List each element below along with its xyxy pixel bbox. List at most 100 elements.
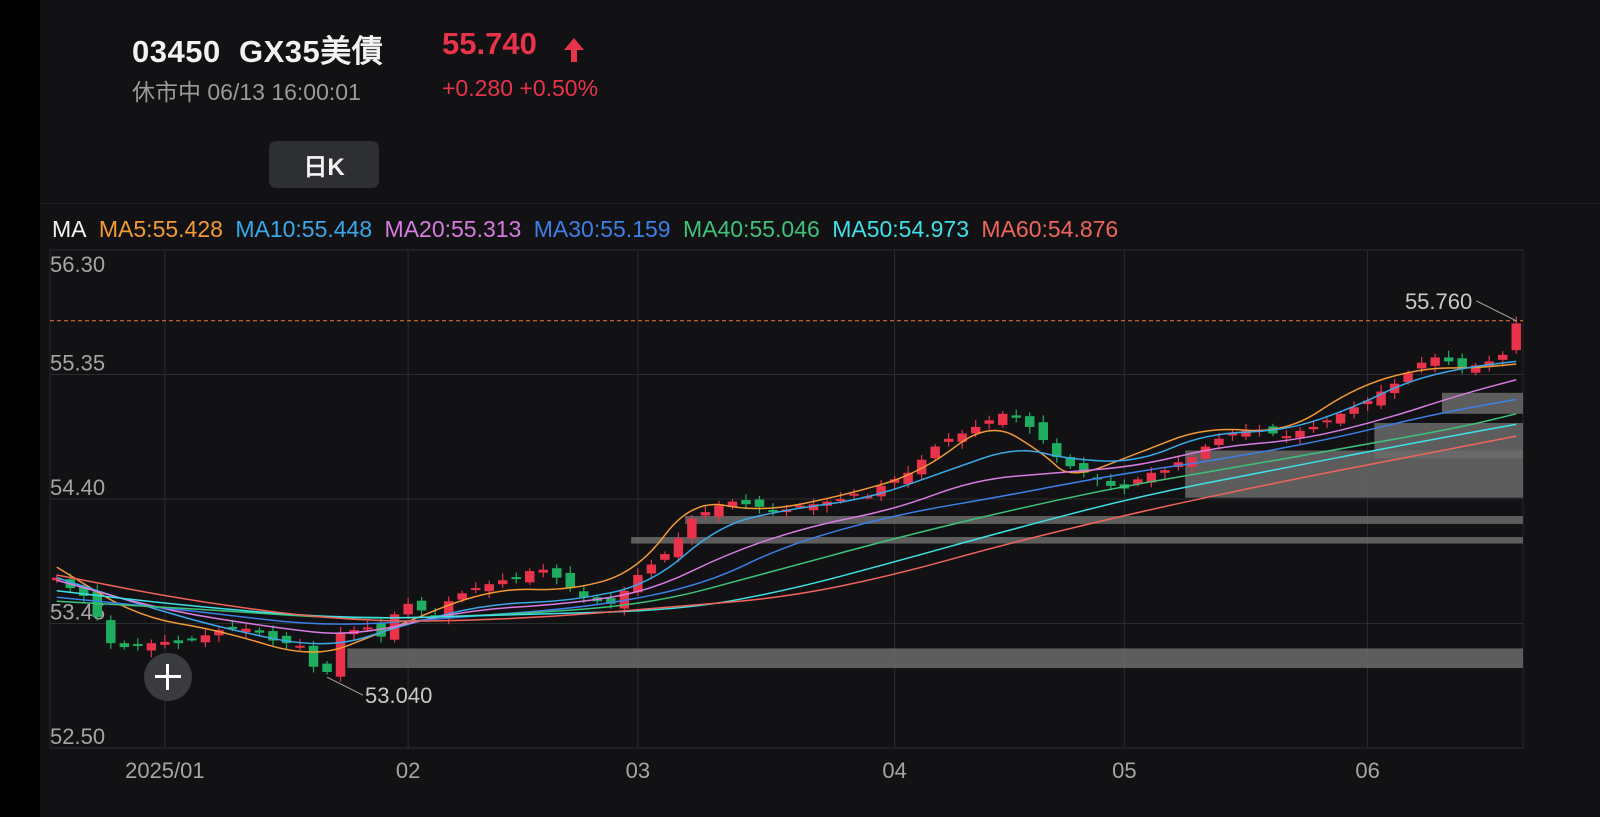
candle-body	[1011, 415, 1021, 418]
high-leader-line	[1476, 300, 1517, 322]
ma10-legend: MA10:55.448	[235, 216, 373, 242]
candle-body	[538, 569, 548, 573]
candle-body	[308, 645, 319, 667]
candle-body	[957, 433, 967, 442]
candle-body	[484, 584, 494, 592]
candle-body	[416, 600, 427, 611]
candle-body	[849, 493, 859, 496]
low-price-label: 53.040	[365, 683, 432, 708]
y-tick-label: 56.30	[50, 252, 105, 277]
ma-legend[interactable]: MA MA5:55.428 MA10:55.448 MA20:55.313 MA…	[52, 216, 1124, 243]
price-change: +0.280 +0.50%	[442, 75, 598, 102]
y-tick-label: 54.40	[50, 475, 105, 500]
candle-body	[1457, 358, 1467, 368]
candle-body	[200, 635, 211, 643]
candle-body	[511, 577, 521, 580]
candle-body	[1416, 362, 1427, 369]
x-tick-label: 2025/01	[125, 758, 205, 783]
add-button[interactable]	[144, 653, 192, 701]
instrument-title: 03450 GX35美債	[132, 26, 383, 71]
candle-body	[1443, 357, 1454, 362]
candle-body	[335, 632, 346, 677]
candle-body	[943, 438, 954, 442]
low-leader-line	[326, 676, 364, 696]
status-datetime: 06/13 16:00:01	[207, 79, 361, 105]
candle-body	[1106, 480, 1116, 486]
candle-body	[403, 603, 413, 615]
candle-body	[1511, 323, 1521, 351]
instrument-name: GX35美債	[238, 34, 384, 69]
candle-body	[565, 572, 576, 589]
ma20-legend: MA20:55.313	[384, 216, 522, 242]
high-price-label: 55.760	[1405, 289, 1472, 314]
candle-body	[646, 564, 657, 574]
ma-legend-label: MA	[52, 216, 87, 242]
app: 03450 GX35美債 55.740 休市中 06/13 16:00:01 +…	[40, 0, 1600, 817]
candle-body	[362, 627, 373, 630]
candle-body	[687, 518, 697, 539]
candle-body	[673, 538, 684, 558]
candle-body	[173, 640, 184, 644]
candle-body	[525, 571, 535, 583]
change-value: +0.280	[442, 75, 513, 101]
x-tick-label: 05	[1112, 758, 1136, 783]
x-tick-label: 02	[396, 758, 420, 783]
candle-body	[741, 500, 751, 505]
candle-body	[187, 638, 197, 641]
change-percent: +0.50%	[519, 75, 599, 101]
candle-body	[1308, 426, 1319, 430]
candle-body	[1038, 422, 1048, 441]
candle-body	[133, 643, 143, 646]
candle-body	[254, 630, 265, 633]
ma50-legend: MA50:54.973	[832, 216, 970, 242]
candle-body	[497, 580, 508, 585]
candle-body	[1200, 446, 1211, 459]
candle-body	[1281, 436, 1292, 439]
market-status: 休市中 06/13 16:00:01	[132, 73, 361, 107]
instrument-code: 03450	[132, 34, 221, 69]
candle-body	[295, 645, 305, 648]
candlestick-chart[interactable]: 56.3055.3554.4053.4552.502025/01 02 03 04 05…	[40, 246, 1600, 817]
candle-body	[160, 641, 170, 645]
x-tick-label: 06	[1355, 758, 1379, 783]
period-daily-button[interactable]: 日K	[269, 141, 379, 188]
status-text: 休市中	[132, 79, 201, 105]
candle-body	[930, 446, 940, 459]
ma5-legend: MA5:55.428	[98, 216, 223, 242]
volume-profile-bar	[347, 648, 1524, 669]
arrow-up-icon	[564, 38, 584, 62]
candle-body	[997, 413, 1008, 426]
divider	[40, 203, 1600, 204]
candle-body	[1335, 413, 1346, 424]
candle-body	[660, 554, 670, 560]
candle-body	[146, 643, 157, 651]
x-tick-label: 04	[882, 758, 906, 783]
volume-profile-bar	[1374, 422, 1523, 459]
candle-body	[1160, 470, 1170, 473]
candle-body	[322, 663, 332, 672]
ma10-line	[56, 360, 1517, 645]
y-tick-label: 52.50	[50, 724, 105, 749]
candle-body	[1025, 416, 1035, 427]
quote-header: 03450 GX35美債 55.740 休市中 06/13 16:00:01 +…	[40, 0, 1600, 200]
candle-body	[119, 643, 130, 648]
candle-body	[714, 505, 724, 517]
candle-body	[106, 620, 116, 644]
candle-body	[1295, 430, 1305, 438]
candle-body	[470, 588, 481, 591]
candle-body	[835, 499, 846, 501]
y-tick-label: 55.35	[50, 351, 105, 376]
candle-body	[552, 568, 562, 578]
last-price: 55.740	[442, 26, 537, 61]
candle-body	[1214, 438, 1224, 446]
ma30-legend: MA30:55.159	[533, 216, 671, 242]
candle-body	[984, 420, 994, 424]
ma40-legend: MA40:55.046	[682, 216, 820, 242]
candle-body	[1497, 354, 1508, 360]
ma60-legend: MA60:54.876	[981, 216, 1119, 242]
candle-body	[1322, 420, 1332, 423]
candle-body	[1187, 457, 1197, 468]
candle-body	[754, 499, 765, 507]
candle-body	[1430, 357, 1440, 366]
x-tick-label: 03	[626, 758, 650, 783]
